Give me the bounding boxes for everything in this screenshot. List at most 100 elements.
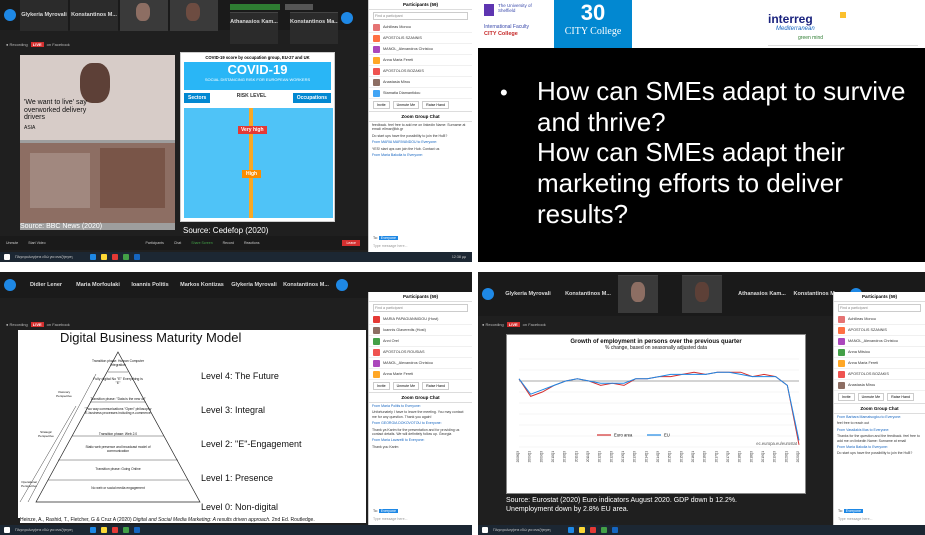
taskbar-search[interactable]: Πληκτρολογήστε εδώ για αναζήτηση (15, 255, 85, 259)
prev-page-button[interactable] (4, 9, 16, 21)
avatar (373, 337, 380, 345)
x-tick-label: 2015Q1 (668, 451, 672, 463)
participant-row[interactable]: Achilleas Monou (369, 22, 472, 33)
chart-watermark: ec.europa.eu/eurostat (756, 441, 798, 446)
participant-row[interactable]: Anni Orel (369, 336, 472, 347)
zoom-icon[interactable] (134, 527, 140, 533)
start-icon[interactable] (482, 527, 488, 533)
participant-row[interactable]: MANOL_Alexandros Christou (369, 358, 472, 369)
start-icon[interactable] (4, 527, 10, 533)
unmute-button[interactable]: Unmute (6, 241, 18, 245)
zoom-icon[interactable] (612, 527, 618, 533)
browser-icon[interactable] (568, 527, 574, 533)
x-tick-label: 2013Q1 (621, 451, 625, 463)
unmute-me-button[interactable]: Unmute Me (392, 382, 420, 390)
participant-row[interactable]: APOSTOLOS BOZAKIS (834, 369, 925, 380)
participant-search-input[interactable]: Find a participant (373, 12, 468, 20)
participant-row[interactable]: Ioannis Glaveredis (Host) (369, 325, 472, 336)
invite-button[interactable]: Invite (838, 393, 855, 401)
video-tile[interactable] (120, 0, 168, 31)
zoom-icon[interactable] (134, 254, 140, 260)
participant-row[interactable]: APOSTOLOS ROUSIAS (369, 347, 472, 358)
chat-recipient[interactable]: To: Everyone (838, 509, 863, 513)
folder-icon[interactable] (101, 527, 107, 533)
participant-row[interactable]: Achilleas Monou (834, 314, 925, 325)
invite-button[interactable]: Invite (373, 382, 390, 390)
participant-name[interactable]: Maria Morfoulaki (72, 282, 124, 288)
prev-page-button[interactable] (4, 279, 16, 291)
participant-name[interactable]: Glykeria Myrovali (228, 282, 280, 288)
participant-row[interactable]: Anastasia Mirou (369, 77, 472, 88)
start-icon[interactable] (4, 254, 10, 260)
chat-input[interactable]: Type message here... (373, 517, 408, 521)
participant-name[interactable]: Glykeria Myrovali (498, 291, 558, 297)
video-tile[interactable] (618, 275, 658, 313)
leave-button[interactable]: Leave (342, 240, 360, 246)
chart-subtitle: % change, based on seasonally adjusted d… (604, 345, 708, 351)
video-tile[interactable] (682, 275, 722, 313)
participant-row[interactable]: MANOL_Alexandros Christou (369, 44, 472, 55)
next-page-button[interactable] (336, 279, 348, 291)
unmute-me-button[interactable]: Unmute Me (392, 101, 420, 109)
participant-search-input[interactable]: Find a participant (373, 304, 468, 312)
browser-icon[interactable] (90, 527, 96, 533)
prev-page-button[interactable] (482, 288, 494, 300)
participant-name[interactable]: Ioannis Politis (124, 282, 176, 288)
raise-hand-button[interactable]: Raise Hand (887, 393, 914, 401)
chat-recipient[interactable]: To: Everyone (373, 509, 398, 513)
video-tile[interactable]: Konstantinos M... (70, 0, 118, 31)
participant-row[interactable]: APOSTOLIS SZANNIS (369, 33, 472, 44)
chat-recipient[interactable]: To: Everyone (373, 236, 398, 240)
share-screen-button[interactable]: Share Screen (191, 241, 212, 245)
source-caption: Source: Cedefop (2020) (183, 226, 269, 235)
participant-name[interactable]: Athanasios Kam... (734, 291, 790, 297)
app-icon[interactable] (112, 254, 118, 260)
app-icon[interactable] (601, 527, 607, 533)
participant-row[interactable]: MANOL_Alexandros Christou (834, 336, 925, 347)
participant-row[interactable]: Anna Marie Fereti (369, 369, 472, 380)
participant-row[interactable]: Anastasia Mirou (834, 380, 925, 391)
start-video-button[interactable]: Start Video (28, 241, 45, 245)
slide-window-2: The University of Sheffield Internationa… (478, 0, 925, 262)
participant-name[interactable]: Didier Lener (20, 282, 72, 288)
unmute-me-button[interactable]: Unmute Me (857, 393, 885, 401)
participant-row[interactable]: Anna Maria Fereti (834, 358, 925, 369)
folder-icon[interactable] (101, 254, 107, 260)
x-tick-label: 2020Q2 (796, 451, 800, 463)
app-icon[interactable] (112, 527, 118, 533)
taskbar-search[interactable]: Πληκτρολογήστε εδώ για αναζήτηση (493, 528, 563, 532)
participant-row[interactable]: APOSTOLOS BOZAKIS (369, 66, 472, 77)
browser-icon[interactable] (90, 254, 96, 260)
record-button[interactable]: Record (223, 241, 234, 245)
participant-row[interactable]: Anna Maria Fereti (369, 55, 472, 66)
chat-message: feedback. feel free to add me on linkedi… (372, 123, 466, 132)
view-options-button[interactable] (285, 4, 313, 10)
participant-name[interactable]: Konstantinos M... (280, 282, 332, 288)
participant-row[interactable]: Anna Mitsiou (834, 347, 925, 358)
video-tile[interactable] (170, 0, 218, 31)
video-tile[interactable]: Konstantinos Ma... (290, 12, 338, 44)
raise-hand-button[interactable]: Raise Hand (422, 101, 449, 109)
chat-input[interactable]: Type message here... (838, 517, 873, 521)
participant-row[interactable]: MARIA PAPAGIANNIDOU (Host) (369, 314, 472, 325)
participants-button[interactable]: Participants (146, 241, 164, 245)
chat-input[interactable]: Type message here... (373, 244, 408, 248)
participant-row[interactable]: APOSTOLIS SZANNIS (834, 325, 925, 336)
taskbar-search[interactable]: Πληκτρολογήστε εδώ για αναζήτηση (15, 528, 85, 532)
app-icon[interactable] (590, 527, 596, 533)
invite-button[interactable]: Invite (373, 101, 390, 109)
participant-search-input[interactable]: Find a participant (838, 304, 921, 312)
folder-icon[interactable] (579, 527, 585, 533)
participant-name[interactable]: Konstantinos M... (558, 291, 618, 297)
participant-row[interactable]: Stamatia Diamantidou (369, 88, 472, 99)
app-icon[interactable] (123, 527, 129, 533)
reactions-button[interactable]: Reactions (244, 241, 260, 245)
chat-button[interactable]: Chat (174, 241, 181, 245)
app-icon[interactable] (123, 254, 129, 260)
video-tile[interactable]: Glykeria Myrovali (20, 0, 68, 31)
participant-name[interactable]: Markos Kontizas (176, 282, 228, 288)
next-page-button[interactable] (341, 12, 353, 24)
raise-hand-button[interactable]: Raise Hand (422, 382, 449, 390)
interreg-logo: interreg Mediterranean green mind (768, 0, 918, 46)
video-tile[interactable]: Athanasios Kam... (230, 12, 278, 44)
